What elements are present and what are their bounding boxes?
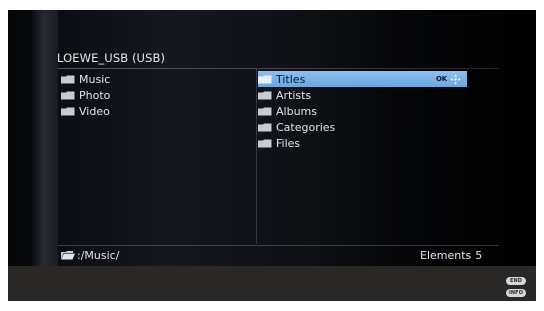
list-item-label: Files (276, 136, 301, 150)
current-path: :/Music/ (61, 249, 119, 262)
open-folder-icon (61, 251, 75, 260)
path-text: :/Music/ (77, 249, 120, 262)
info-button[interactable]: INFO (506, 289, 526, 297)
tv-screen: LOEWE_USB (USB) Music Photo Video Titles… (8, 10, 536, 301)
list-item-categories[interactable]: Categories (258, 119, 467, 135)
list-item-files[interactable]: Files (258, 135, 467, 151)
folder-icon (258, 75, 272, 83)
folder-icon (258, 139, 272, 147)
folder-icon (258, 91, 272, 99)
list-item-label: Categories (276, 120, 336, 134)
list-item-label: Artists (276, 88, 312, 102)
elements-value: 5 (475, 249, 483, 262)
source-title: LOEWE_USB (USB) (57, 51, 166, 65)
list-item-photo[interactable]: Photo (61, 87, 241, 103)
list-item-titles[interactable]: Titles OK (258, 71, 467, 87)
folder-icon (258, 123, 272, 131)
navigation-arrows-icon (450, 74, 461, 84)
list-item-label: Albums (276, 104, 317, 118)
bottom-band (8, 266, 536, 301)
list-item-label: Titles (276, 72, 306, 86)
folder-icon (61, 107, 75, 115)
list-item-albums[interactable]: Albums (258, 103, 467, 119)
list-item-label: Video (79, 104, 110, 118)
elements-count: Elements 5 (420, 249, 482, 262)
list-item-music[interactable]: Music (61, 71, 241, 87)
elements-label: Elements (420, 249, 472, 262)
music-category-list: Titles OK Artists Albums Categories File… (258, 71, 467, 151)
header-divider (58, 68, 499, 69)
background-pillar (32, 10, 58, 266)
footer-divider (58, 245, 499, 246)
list-item-label: Photo (79, 88, 111, 102)
folder-icon (61, 75, 75, 83)
list-item-artists[interactable]: Artists (258, 87, 467, 103)
media-type-list: Music Photo Video (61, 71, 241, 119)
ok-icon: OK (436, 75, 447, 83)
folder-icon (258, 107, 272, 115)
list-item-label: Music (79, 72, 111, 86)
folder-icon (61, 91, 75, 99)
list-item-video[interactable]: Video (61, 103, 241, 119)
selection-hints: OK (436, 74, 461, 85)
end-button[interactable]: END (506, 277, 526, 285)
column-divider (256, 69, 257, 244)
